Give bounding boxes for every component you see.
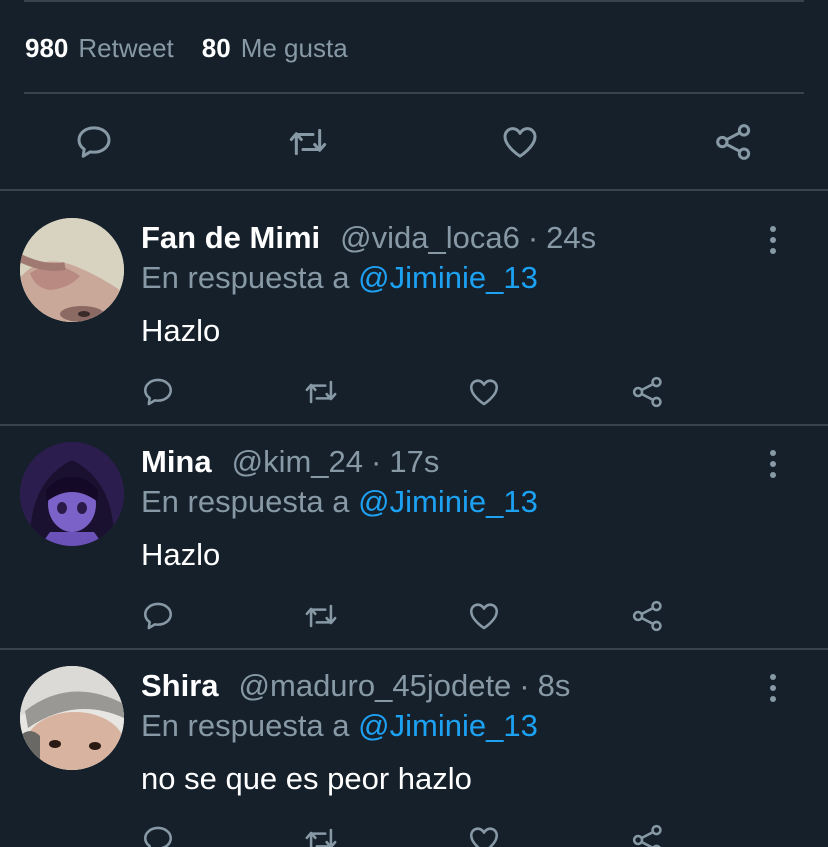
reply-tweet[interactable]: Shira @maduro_45jodete · 8s En respuesta… [0, 649, 828, 847]
mention-link[interactable]: @Jiminie_13 [358, 708, 538, 743]
more-icon[interactable] [766, 450, 780, 478]
timestamp[interactable]: 17s [389, 444, 439, 480]
retweet-icon[interactable] [302, 823, 340, 847]
reply-icon[interactable] [141, 375, 175, 409]
share-icon[interactable] [631, 599, 665, 633]
like-icon[interactable] [467, 599, 501, 633]
reply-text: Hazlo [141, 313, 221, 348]
in-reply-prefix: En respuesta a [141, 484, 350, 519]
likes-label: Me gusta [240, 33, 348, 63]
mention-link[interactable]: @Jiminie_13 [358, 260, 538, 295]
reply-header: Fan de Mimi @vida_loca6 · 24s [141, 220, 596, 256]
reply-tweet[interactable]: Mina @kim_24 · 17s En respuesta a @Jimin… [0, 425, 828, 648]
retweets-label: Retweet [78, 33, 174, 63]
more-icon[interactable] [766, 226, 780, 254]
in-reply-prefix: En respuesta a [141, 260, 350, 295]
likes-stat[interactable]: 80 Me gusta [202, 33, 348, 64]
reply-text: Hazlo [141, 537, 221, 572]
share-icon[interactable] [631, 823, 665, 847]
retweets-stat[interactable]: 980 Retweet [25, 33, 174, 64]
in-reply-to: En respuesta a @Jiminie_13 [141, 484, 538, 520]
user-handle[interactable]: @kim_24 [232, 444, 363, 480]
like-icon[interactable] [467, 823, 501, 847]
retweet-icon[interactable] [302, 599, 340, 633]
timestamp[interactable]: 8s [538, 668, 571, 704]
reply-icon[interactable] [141, 823, 175, 847]
reply-text: no se que es peor hazlo [141, 761, 472, 796]
in-reply-to: En respuesta a @Jiminie_13 [141, 260, 538, 296]
stats-divider [24, 92, 804, 94]
retweet-icon[interactable] [286, 122, 330, 162]
retweets-count: 980 [25, 33, 69, 63]
avatar[interactable] [20, 666, 124, 770]
separator: · [527, 220, 539, 255]
retweet-icon[interactable] [302, 375, 340, 409]
like-icon[interactable] [500, 122, 540, 162]
reply-header: Mina @kim_24 · 17s [141, 444, 439, 480]
reply-header: Shira @maduro_45jodete · 8s [141, 668, 570, 704]
reply-tweet[interactable]: Fan de Mimi @vida_loca6 · 24s En respues… [0, 190, 828, 424]
avatar[interactable] [20, 218, 124, 322]
timestamp[interactable]: 24s [546, 220, 596, 256]
separator: · [371, 444, 382, 479]
user-handle[interactable]: @maduro_45jodete [239, 668, 512, 704]
display-name[interactable]: Fan de Mimi [141, 220, 320, 256]
share-icon[interactable] [631, 375, 665, 409]
top-divider [24, 0, 804, 2]
likes-count: 80 [201, 33, 231, 63]
share-icon[interactable] [714, 122, 754, 162]
display-name[interactable]: Mina [141, 444, 212, 480]
like-icon[interactable] [467, 375, 501, 409]
reply-icon[interactable] [74, 122, 114, 162]
more-icon[interactable] [766, 674, 780, 702]
in-reply-prefix: En respuesta a [141, 708, 350, 743]
separator: · [519, 668, 530, 703]
display-name[interactable]: Shira [141, 668, 219, 704]
reply-icon[interactable] [141, 599, 175, 633]
tweet-stats: 980 Retweet 80 Me gusta [25, 33, 348, 64]
avatar[interactable] [20, 442, 124, 546]
user-handle[interactable]: @vida_loca6 [340, 220, 520, 256]
mention-link[interactable]: @Jiminie_13 [358, 484, 538, 519]
main-tweet-actions [0, 118, 828, 166]
in-reply-to: En respuesta a @Jiminie_13 [141, 708, 538, 744]
